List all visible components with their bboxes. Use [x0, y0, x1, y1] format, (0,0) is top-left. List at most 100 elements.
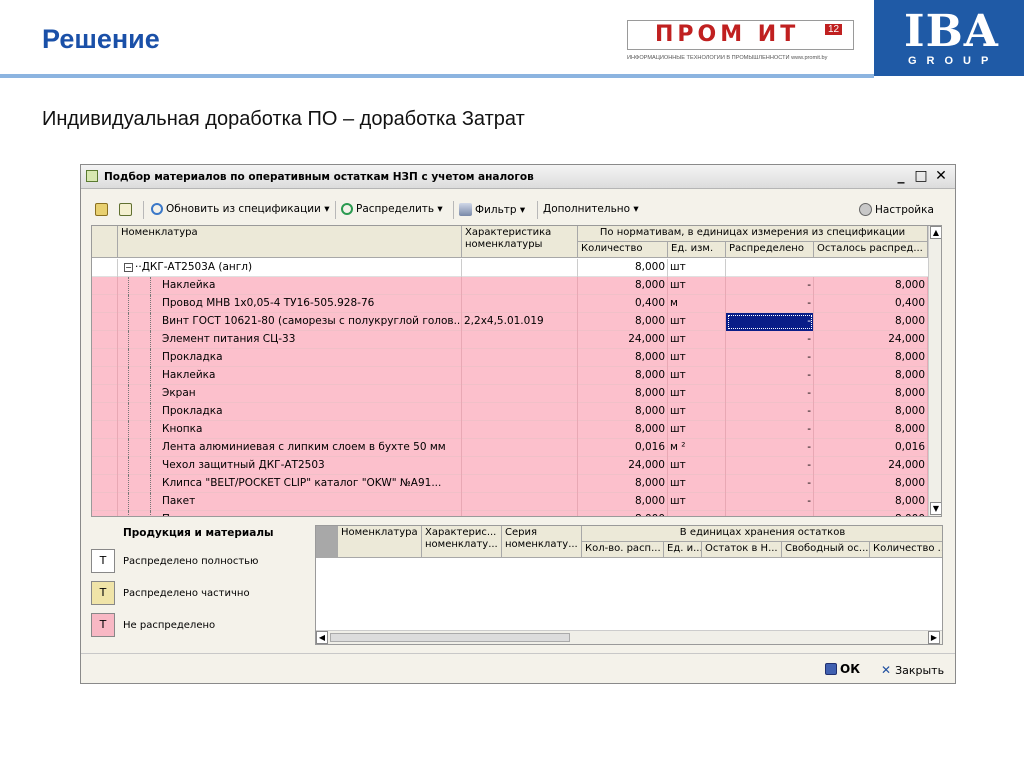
qty-cell[interactable]: 8,000 [578, 493, 668, 511]
stock-header-col5[interactable]: Количество ... [870, 542, 942, 558]
qty-cell[interactable]: 8,000 [578, 313, 668, 331]
stock-header-series[interactable]: Серия номенклату... [502, 526, 582, 558]
name-cell[interactable]: Наклейка [152, 367, 462, 385]
window-titlebar[interactable]: Подбор материалов по оперативным остатка… [81, 165, 955, 189]
name-cell[interactable]: Кнопка [152, 421, 462, 439]
qty-cell[interactable]: 8,000 [578, 367, 668, 385]
name-cell[interactable]: Прокладка [152, 349, 462, 367]
name-cell[interactable]: Элемент питания СЦ-33 [152, 331, 462, 349]
qty-cell[interactable]: 24,000 [578, 331, 668, 349]
characteristic-cell[interactable] [462, 439, 578, 457]
scroll-down-button[interactable]: ▼ [930, 502, 941, 515]
distributed-cell[interactable]: - [726, 385, 814, 403]
scroll-left-button[interactable]: ◀ [316, 631, 328, 644]
unit-cell[interactable]: шт [668, 403, 726, 421]
characteristic-cell[interactable] [462, 493, 578, 511]
distributed-cell[interactable]: - [726, 493, 814, 511]
column-header-unit[interactable]: Ед. изм. [668, 242, 726, 258]
stock-header-col1[interactable]: Кол-во. расп... [582, 542, 664, 558]
qty-cell[interactable]: 8,000 [578, 403, 668, 421]
unit-cell[interactable]: м [668, 295, 726, 313]
stock-header-characteristic[interactable]: Характерис... номенклату... [422, 526, 502, 558]
distributed-cell[interactable]: - [726, 367, 814, 385]
characteristic-cell[interactable] [462, 475, 578, 493]
close-window-button[interactable]: ✕ [933, 168, 949, 184]
name-cell[interactable]: Провод МНВ 1х0,05-4 ТУ16-505.928-76 [152, 295, 462, 313]
remaining-cell[interactable]: 8,000 [814, 367, 928, 385]
remaining-cell[interactable]: 8,000 [814, 493, 928, 511]
qty-cell[interactable]: 24,000 [578, 457, 668, 475]
characteristic-cell[interactable] [462, 385, 578, 403]
characteristic-cell[interactable] [462, 421, 578, 439]
qty-cell[interactable]: 8,000 [578, 511, 668, 516]
qty-cell[interactable]: 8,000 [578, 475, 668, 493]
table-row[interactable]: Винт ГОСТ 10621-80 (саморезы с полукругл… [92, 313, 941, 331]
table-row[interactable]: Экран 8,000 шт -8,000 [92, 385, 941, 403]
unit-cell[interactable]: шт [668, 349, 726, 367]
table-row[interactable]: Кнопка 8,000 шт -8,000 [92, 421, 941, 439]
distributed-cell[interactable]: - [726, 349, 814, 367]
stock-table[interactable]: Номенклатура Характерис... номенклату...… [315, 525, 943, 645]
stock-header-col4[interactable]: Свободный ос... [782, 542, 870, 558]
column-header-remaining[interactable]: Осталось распред... [814, 242, 928, 258]
root-char-cell[interactable] [462, 259, 578, 277]
remaining-cell[interactable]: 0,400 [814, 295, 928, 313]
root-name-cell[interactable]: − ··ДКГ-АТ2503А (англ) [122, 259, 462, 277]
unit-cell[interactable]: шт [668, 475, 726, 493]
characteristic-cell[interactable] [462, 349, 578, 367]
stock-header-nomenclature[interactable]: Номенклатура [338, 526, 422, 558]
table-row[interactable]: Наклейка 8,000 шт -8,000 [92, 367, 941, 385]
unit-cell[interactable]: шт [668, 511, 726, 516]
characteristic-cell[interactable] [462, 367, 578, 385]
qty-cell[interactable]: 0,016 [578, 439, 668, 457]
stock-header-col2[interactable]: Ед. и... [664, 542, 702, 558]
remaining-cell[interactable]: 8,000 [814, 403, 928, 421]
unit-cell[interactable]: м ² [668, 439, 726, 457]
name-cell[interactable]: Наклейка [152, 277, 462, 295]
distributed-cell[interactable]: - [726, 277, 814, 295]
table-row[interactable]: Клипса "BELT/POCKET CLIP" каталог "OKW" … [92, 475, 941, 493]
table-row[interactable]: Чехол защитный ДКГ-АТ2503 24,000 шт -24,000 [92, 457, 941, 475]
horizontal-scrollbar[interactable]: ◀ ▶ [316, 630, 942, 644]
name-cell[interactable]: Клипса "BELT/POCKET CLIP" каталог "OKW" … [152, 475, 462, 493]
remaining-cell[interactable]: 24,000 [814, 457, 928, 475]
characteristic-cell[interactable] [462, 277, 578, 295]
distributed-cell[interactable]: - [726, 331, 814, 349]
unit-cell[interactable]: шт [668, 421, 726, 439]
add-row-button[interactable] [119, 203, 132, 216]
distributed-cell[interactable]: - [726, 313, 814, 331]
root-qty-cell[interactable]: 8,000 [578, 259, 668, 277]
distribute-button[interactable]: Распределить ▾ [341, 203, 443, 215]
unit-cell[interactable]: шт [668, 331, 726, 349]
remaining-cell[interactable]: 8,000 [814, 421, 928, 439]
table-row[interactable]: Пакет8,000шт-8,000 [92, 493, 941, 511]
horizontal-scroll-thumb[interactable] [330, 633, 570, 642]
unit-cell[interactable]: шт [668, 457, 726, 475]
characteristic-cell[interactable] [462, 403, 578, 421]
remaining-cell[interactable]: 0,016 [814, 439, 928, 457]
remaining-cell[interactable]: 8,000 [814, 511, 928, 516]
distributed-cell[interactable]: - [726, 403, 814, 421]
remaining-cell[interactable]: 24,000 [814, 331, 928, 349]
table-row-root[interactable]: − ··ДКГ-АТ2503А (англ) 8,000 шт [92, 259, 941, 277]
characteristic-cell[interactable] [462, 295, 578, 313]
distributed-cell[interactable]: - [726, 475, 814, 493]
distributed-cell[interactable]: - [726, 421, 814, 439]
filter-button[interactable]: Фильтр ▾ [459, 203, 525, 216]
remaining-cell[interactable]: 8,000 [814, 385, 928, 403]
materials-table[interactable]: Номенклатура Характеристика номенклатуры… [91, 225, 942, 517]
unit-cell[interactable]: шт [668, 493, 726, 511]
distributed-cell[interactable]: - [726, 439, 814, 457]
table-row[interactable]: Провод МНВ 1х0,05-4 ТУ16-505.928-76 0,400… [92, 295, 941, 313]
settings-button[interactable]: Настройка [859, 203, 934, 216]
name-cell[interactable]: Прокладка [152, 403, 462, 421]
remaining-cell[interactable]: 8,000 [814, 475, 928, 493]
tree-expand-button[interactable] [95, 203, 108, 216]
remaining-cell[interactable]: 8,000 [814, 349, 928, 367]
characteristic-cell[interactable] [462, 331, 578, 349]
characteristic-cell[interactable]: 2,2х4,5.01.019 [462, 313, 578, 331]
name-cell[interactable]: Винт ГОСТ 10621-80 (саморезы с полукругл… [152, 313, 462, 331]
ok-button[interactable]: ОК [825, 662, 860, 676]
refresh-from-spec-button[interactable]: Обновить из спецификации ▾ [151, 203, 329, 215]
maximize-button[interactable]: □ [913, 168, 929, 184]
